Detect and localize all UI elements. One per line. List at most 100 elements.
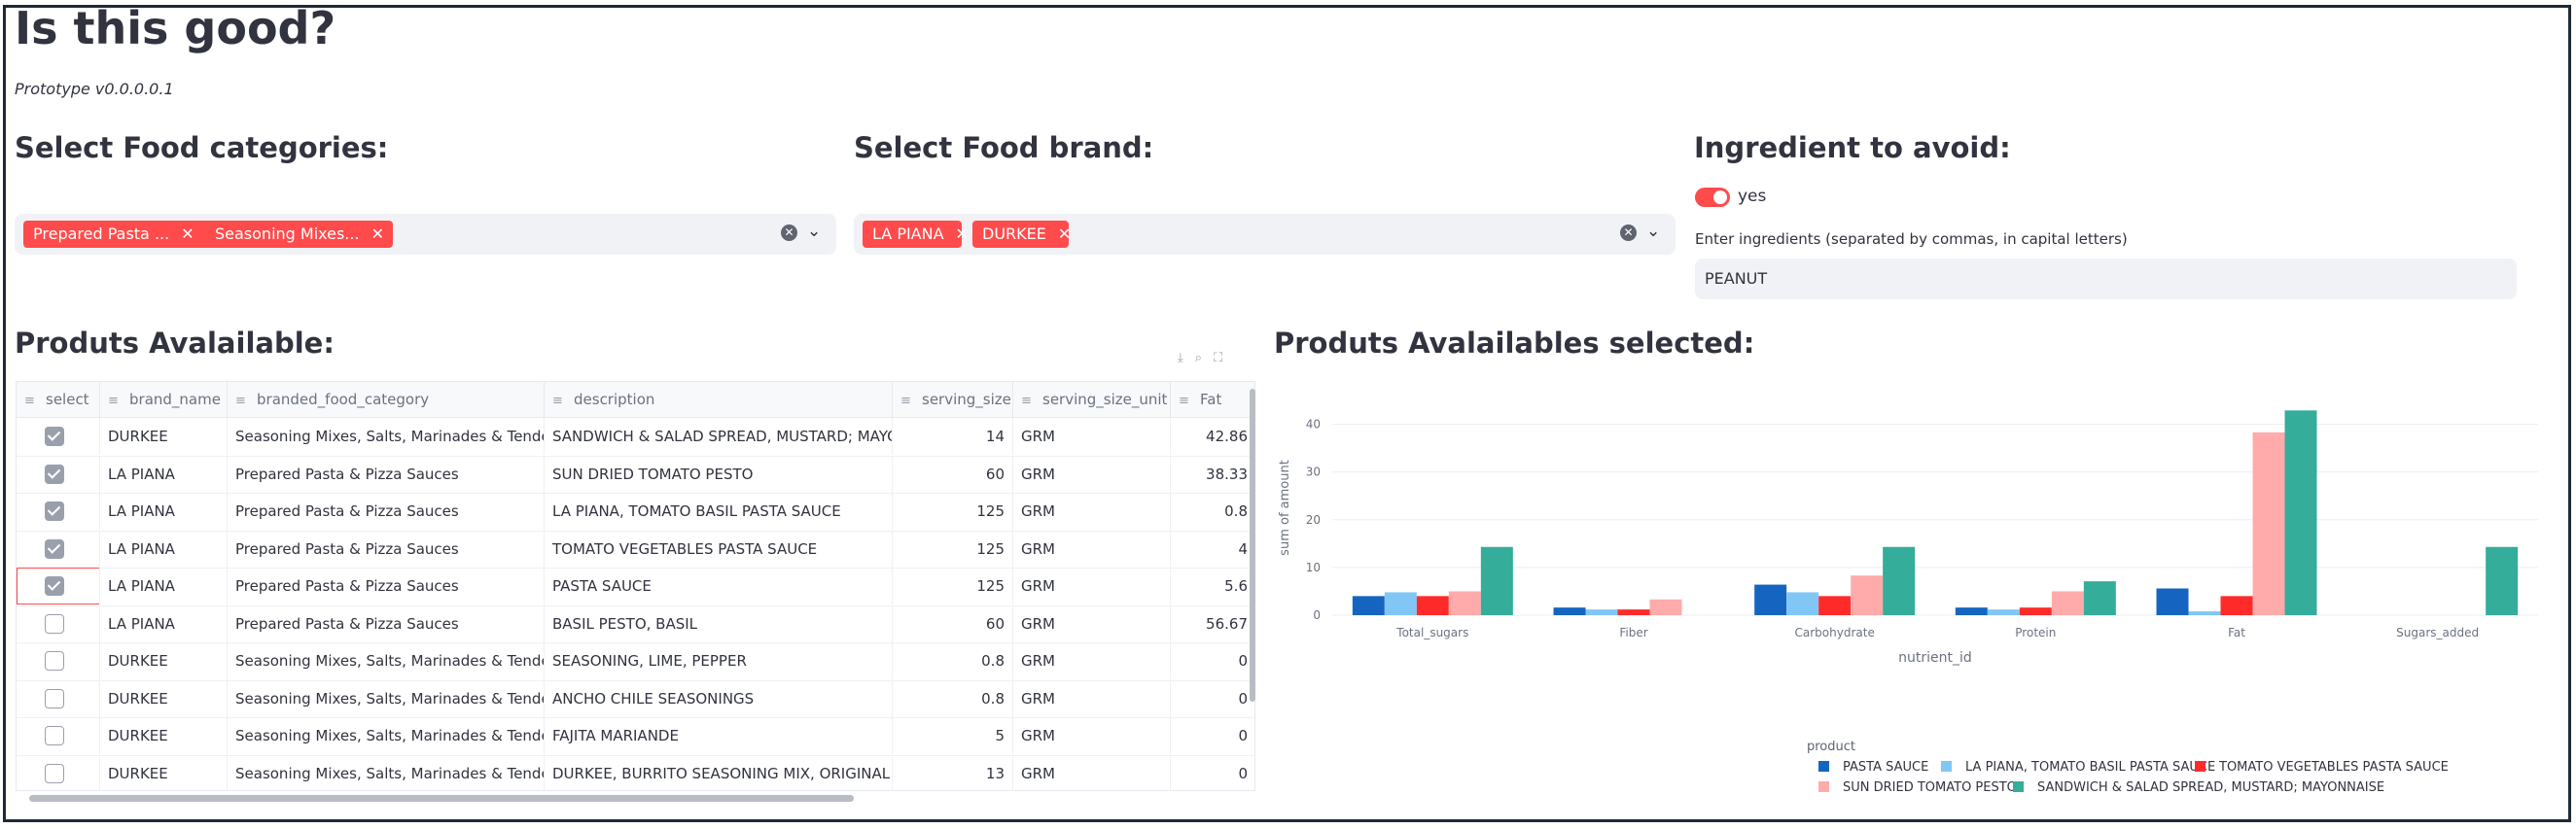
serving-size-cell[interactable]: 5	[893, 717, 1013, 754]
serving-size-cell[interactable]: 125	[893, 530, 1013, 568]
description-cell[interactable]: FAJITA MARIANDE	[545, 717, 893, 754]
column-header[interactable]: ≡ branded_food_category	[228, 382, 545, 417]
category-cell[interactable]: Seasoning Mixes, Salts, Marinades & Tend…	[228, 642, 545, 679]
fat-cell[interactable]: 0	[1171, 680, 1254, 717]
ingredients-input[interactable]: PEANUT	[1695, 259, 2517, 299]
fat-cell[interactable]: 4	[1171, 531, 1254, 568]
description-cell[interactable]: LA PIANA, TOMATO BASIL PASTA SAUCE	[545, 493, 893, 530]
serving-size-cell[interactable]: 0.8	[893, 679, 1013, 717]
unit-cell[interactable]: GRM	[1013, 717, 1171, 754]
column-header[interactable]: ≡ serving_size	[893, 382, 1013, 417]
column-header[interactable]: ≡ brand_name	[100, 382, 228, 417]
download-icon[interactable]: ⤓	[1178, 351, 1183, 365]
description-cell[interactable]: TOMATO VEGETABLES PASTA SAUCE	[545, 530, 893, 568]
categories-multiselect[interactable]: Prepared Pasta ... ✕ Seasoning Mixes... ✕ …	[15, 214, 836, 255]
serving-size-cell[interactable]: 125	[893, 568, 1013, 604]
remove-tag-icon[interactable]: ✕	[181, 225, 194, 243]
category-cell[interactable]: Seasoning Mixes, Salts, Marinades & Tend…	[228, 679, 545, 717]
table-row[interactable]: LA PIANA Prepared Pasta & Pizza Sauces TOM…	[17, 530, 1254, 569]
category-cell[interactable]: Prepared Pasta & Pizza Sauces	[228, 455, 545, 493]
category-tag[interactable]: Prepared Pasta ... ✕	[23, 221, 215, 248]
select-cell[interactable]	[17, 754, 100, 790]
category-cell[interactable]: Seasoning Mixes, Salts, Marinades & Tend…	[228, 418, 545, 455]
fat-cell[interactable]: 56.67	[1171, 605, 1254, 642]
brand-tag[interactable]: DURKEE ✕	[972, 221, 1071, 248]
fat-cell[interactable]: 0	[1171, 755, 1254, 791]
search-icon[interactable]: ⌕	[1195, 351, 1202, 365]
column-header[interactable]: ≡ description	[545, 382, 893, 417]
brand-cell[interactable]: LA PIANA	[100, 493, 228, 530]
brand-cell[interactable]: LA PIANA	[100, 604, 228, 642]
unit-cell[interactable]: GRM	[1013, 679, 1171, 717]
fat-cell[interactable]: 5.6	[1171, 568, 1254, 604]
select-cell[interactable]	[17, 679, 100, 717]
brand-cell[interactable]: DURKEE	[100, 418, 228, 455]
row-checkbox[interactable]	[45, 763, 64, 783]
unit-cell[interactable]: GRM	[1013, 604, 1171, 642]
category-cell[interactable]: Seasoning Mixes, Salts, Marinades & Tend…	[228, 754, 545, 790]
unit-cell[interactable]: GRM	[1013, 754, 1171, 790]
brand-cell[interactable]: LA PIANA	[100, 568, 228, 604]
fat-cell[interactable]: 0	[1171, 717, 1254, 754]
description-cell[interactable]: SUN DRIED TOMATO PESTO	[545, 455, 893, 493]
remove-tag-icon[interactable]: ✕	[371, 225, 384, 243]
table-row[interactable]: LA PIANA Prepared Pasta & Pizza Sauces SUN…	[17, 455, 1254, 494]
table-row[interactable]: DURKEE Seasoning Mixes, Salts, Marinades …	[17, 642, 1254, 681]
brand-tag[interactable]: LA PIANA ✕	[863, 221, 969, 248]
avoid-toggle[interactable]	[1695, 188, 1730, 207]
description-cell[interactable]: DURKEE, BURRITO SEASONING MIX, ORIGINAL	[545, 754, 893, 790]
select-cell[interactable]	[17, 493, 100, 530]
select-cell[interactable]	[17, 642, 100, 679]
select-cell[interactable]	[17, 717, 100, 754]
fat-cell[interactable]: 0.8	[1171, 493, 1254, 530]
row-checkbox[interactable]	[45, 464, 64, 484]
serving-size-cell[interactable]: 14	[893, 418, 1013, 455]
select-cell[interactable]	[17, 568, 100, 604]
serving-size-cell[interactable]: 0.8	[893, 642, 1013, 679]
clear-all-icon[interactable]: ✕	[781, 225, 797, 241]
unit-cell[interactable]: GRM	[1013, 530, 1171, 568]
column-header[interactable]: ≡ select	[17, 382, 100, 417]
fat-cell[interactable]: 42.86	[1171, 418, 1254, 455]
horizontal-scrollbar[interactable]	[29, 795, 854, 802]
serving-size-cell[interactable]: 13	[893, 754, 1013, 790]
category-tag[interactable]: Seasoning Mixes... ✕	[205, 221, 393, 248]
select-cell[interactable]	[17, 530, 100, 568]
unit-cell[interactable]: GRM	[1013, 568, 1171, 604]
row-checkbox[interactable]	[45, 427, 64, 446]
category-cell[interactable]: Prepared Pasta & Pizza Sauces	[228, 568, 545, 604]
column-header[interactable]: ≡ serving_size_unit	[1013, 382, 1171, 417]
brand-cell[interactable]: DURKEE	[100, 679, 228, 717]
row-checkbox[interactable]	[45, 726, 64, 745]
table-row[interactable]: LA PIANA Prepared Pasta & Pizza Sauces BAS…	[17, 604, 1254, 643]
serving-size-cell[interactable]: 125	[893, 493, 1013, 530]
brand-multiselect[interactable]: LA PIANA ✕ DURKEE ✕ ✕ ⌄	[854, 214, 1676, 255]
select-cell[interactable]	[17, 604, 100, 642]
brand-cell[interactable]: LA PIANA	[100, 530, 228, 568]
description-cell[interactable]: SEASONING, LIME, PEPPER	[545, 642, 893, 679]
description-cell[interactable]: PASTA SAUCE	[545, 568, 893, 604]
column-header[interactable]: ≡ Fat	[1171, 382, 1254, 417]
table-row[interactable]: DURKEE Seasoning Mixes, Salts, Marinades …	[17, 717, 1254, 756]
row-checkbox[interactable]	[45, 501, 64, 521]
brand-cell[interactable]: DURKEE	[100, 754, 228, 790]
fullscreen-icon[interactable]: ⛶	[1214, 351, 1222, 365]
unit-cell[interactable]: GRM	[1013, 642, 1171, 679]
unit-cell[interactable]: GRM	[1013, 418, 1171, 455]
table-row[interactable]: DURKEE Seasoning Mixes, Salts, Marinades …	[17, 418, 1254, 457]
select-cell[interactable]	[17, 455, 100, 493]
chevron-down-icon[interactable]: ⌄	[807, 222, 821, 241]
category-cell[interactable]: Seasoning Mixes, Salts, Marinades & Tend…	[228, 717, 545, 754]
fat-cell[interactable]: 38.33	[1171, 456, 1254, 493]
table-row[interactable]: LA PIANA Prepared Pasta & Pizza Sauces PAS…	[17, 568, 1254, 606]
description-cell[interactable]: SANDWICH & SALAD SPREAD, MUSTARD; MAYONN…	[545, 418, 893, 455]
description-cell[interactable]: BASIL PESTO, BASIL	[545, 604, 893, 642]
brand-cell[interactable]: DURKEE	[100, 642, 228, 679]
unit-cell[interactable]: GRM	[1013, 493, 1171, 530]
serving-size-cell[interactable]: 60	[893, 455, 1013, 493]
row-checkbox[interactable]	[45, 613, 64, 634]
remove-tag-icon[interactable]: ✕	[956, 225, 969, 243]
brand-cell[interactable]: DURKEE	[100, 717, 228, 754]
category-cell[interactable]: Prepared Pasta & Pizza Sauces	[228, 530, 545, 568]
products-table[interactable]: ≡ select ≡ brand_name ≡ branded_food_catego…	[16, 381, 1255, 791]
